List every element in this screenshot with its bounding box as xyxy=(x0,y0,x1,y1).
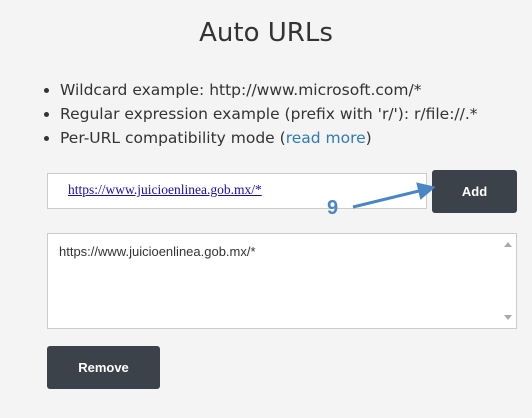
page-title: Auto URLs xyxy=(199,18,333,48)
url-list-item[interactable]: https://www.juicioenlinea.gob.mx/* xyxy=(59,244,516,259)
compat-mode-item: Per-URL compatibility mode (read more) xyxy=(60,126,478,150)
add-button[interactable]: Add xyxy=(432,170,517,213)
annotation-number: 9 xyxy=(327,197,339,219)
regex-example: Regular expression example (prefix with … xyxy=(60,102,478,126)
compat-mode-suffix: ) xyxy=(365,129,372,147)
url-list[interactable]: https://www.juicioenlinea.gob.mx/* xyxy=(47,233,517,329)
compat-mode-text: Per-URL compatibility mode ( xyxy=(60,129,286,147)
read-more-link[interactable]: read more xyxy=(286,129,366,147)
scroll-down-arrow-icon[interactable] xyxy=(504,315,512,320)
remove-button[interactable]: Remove xyxy=(47,346,160,389)
url-input[interactable]: https://www.juicioenlinea.gob.mx/* xyxy=(47,173,427,209)
wildcard-example: Wildcard example: http://www.microsoft.c… xyxy=(60,78,478,102)
help-list: Wildcard example: http://www.microsoft.c… xyxy=(30,78,478,150)
auto-urls-panel: Auto URLs Wildcard example: http://www.m… xyxy=(0,0,532,418)
scroll-up-arrow-icon[interactable] xyxy=(504,242,512,247)
